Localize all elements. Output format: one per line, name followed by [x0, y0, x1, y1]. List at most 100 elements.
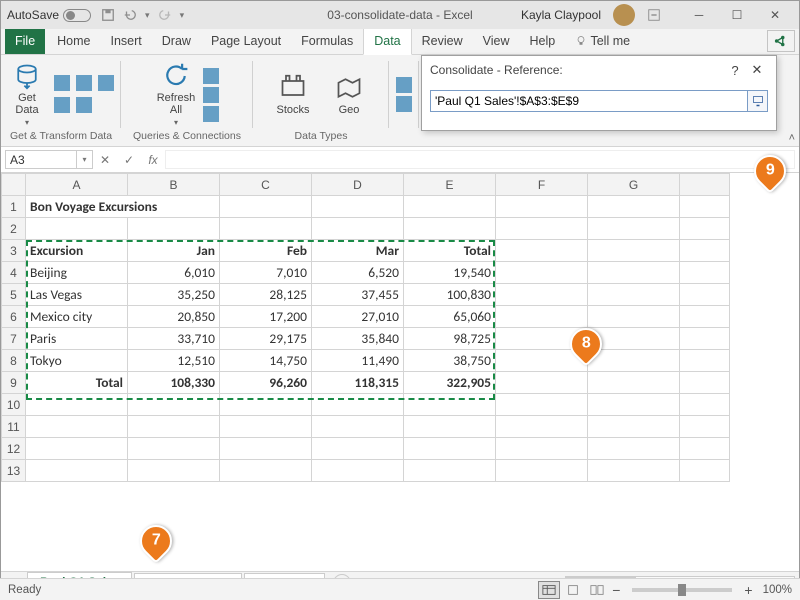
consolidate-reference-input[interactable]: [430, 90, 748, 112]
row-header[interactable]: 12: [2, 438, 26, 460]
cell[interactable]: Beijing: [26, 262, 128, 284]
stocks-button[interactable]: Stocks: [272, 74, 314, 116]
cell[interactable]: Jan: [128, 240, 220, 262]
cell[interactable]: Feb: [220, 240, 312, 262]
cell[interactable]: [588, 240, 680, 262]
tab-help[interactable]: Help: [520, 29, 566, 54]
expand-dialog-button[interactable]: [748, 90, 768, 112]
tab-tellme[interactable]: Tell me: [565, 29, 640, 54]
cell[interactable]: [496, 240, 588, 262]
cell[interactable]: 19,540: [404, 262, 496, 284]
ribbon-options-icon[interactable]: [647, 8, 661, 22]
col-header[interactable]: D: [312, 174, 404, 196]
cell[interactable]: 108,330: [128, 372, 220, 394]
col-header[interactable]: A: [26, 174, 128, 196]
cell[interactable]: 98,725: [404, 328, 496, 350]
tab-data[interactable]: Data: [363, 28, 411, 55]
cell[interactable]: 28,125: [220, 284, 312, 306]
tab-insert[interactable]: Insert: [101, 29, 152, 54]
cell[interactable]: 118,315: [312, 372, 404, 394]
cell[interactable]: 37,455: [312, 284, 404, 306]
cell[interactable]: 6,010: [128, 262, 220, 284]
cell[interactable]: [404, 218, 496, 240]
help-button[interactable]: ?: [724, 63, 746, 78]
worksheet-grid[interactable]: A B C D E F G 1 Bon Voyage Excursions 2 …: [1, 173, 799, 571]
undo-icon[interactable]: [123, 8, 137, 22]
cell[interactable]: 27,010: [312, 306, 404, 328]
properties-icon[interactable]: [203, 87, 219, 103]
cell[interactable]: 100,830: [404, 284, 496, 306]
name-box-dropdown[interactable]: ▾: [77, 150, 93, 169]
col-header[interactable]: F: [496, 174, 588, 196]
cell[interactable]: Mar: [312, 240, 404, 262]
autosave-control[interactable]: AutoSave: [7, 8, 91, 22]
refresh-all-button[interactable]: Refresh All ▾: [155, 62, 197, 127]
cell[interactable]: [404, 196, 496, 218]
tab-formulas[interactable]: Formulas: [291, 29, 363, 54]
close-button[interactable]: ✕: [757, 1, 793, 29]
cell[interactable]: Total: [26, 372, 128, 394]
row-header[interactable]: 6: [2, 306, 26, 328]
row-header[interactable]: 3: [2, 240, 26, 262]
cell[interactable]: Las Vegas: [26, 284, 128, 306]
maximize-button[interactable]: ☐: [719, 1, 755, 29]
cell[interactable]: Excursion: [26, 240, 128, 262]
geography-button[interactable]: Geo: [328, 74, 370, 116]
zoom-slider[interactable]: [632, 588, 732, 592]
cell[interactable]: 33,710: [128, 328, 220, 350]
cell[interactable]: 20,850: [128, 306, 220, 328]
cell[interactable]: Total: [404, 240, 496, 262]
dialog-close-button[interactable]: ✕: [746, 62, 768, 78]
select-all-corner[interactable]: [2, 174, 26, 196]
get-data-button[interactable]: Get Data ▾: [6, 62, 48, 127]
cell[interactable]: 38,750: [404, 350, 496, 372]
cell[interactable]: [588, 262, 680, 284]
share-button[interactable]: [767, 30, 795, 52]
row-header[interactable]: 9: [2, 372, 26, 394]
avatar[interactable]: [613, 4, 635, 26]
sort-az-icon[interactable]: [396, 77, 412, 93]
cell[interactable]: [312, 196, 404, 218]
cell[interactable]: Paris: [26, 328, 128, 350]
tab-view[interactable]: View: [473, 29, 520, 54]
cell[interactable]: Bon Voyage Excursions: [26, 196, 220, 218]
cell[interactable]: [588, 284, 680, 306]
row-header[interactable]: 8: [2, 350, 26, 372]
col-header[interactable]: E: [404, 174, 496, 196]
tab-home[interactable]: Home: [47, 29, 100, 54]
cell[interactable]: [496, 262, 588, 284]
name-box[interactable]: A3: [5, 150, 77, 169]
table-range-icon[interactable]: [98, 75, 114, 91]
cell[interactable]: 12,510: [128, 350, 220, 372]
cell[interactable]: [312, 218, 404, 240]
cell[interactable]: 11,490: [312, 350, 404, 372]
text-csv-icon[interactable]: [54, 75, 70, 91]
tab-draw[interactable]: Draw: [152, 29, 201, 54]
tab-page-layout[interactable]: Page Layout: [201, 29, 291, 54]
cell[interactable]: [588, 372, 680, 394]
zoom-out-button[interactable]: −: [608, 582, 624, 598]
cell[interactable]: 322,905: [404, 372, 496, 394]
cell[interactable]: 35,250: [128, 284, 220, 306]
normal-view-button[interactable]: [538, 581, 560, 599]
web-icon[interactable]: [76, 75, 92, 91]
cell[interactable]: [588, 218, 680, 240]
cell[interactable]: 29,175: [220, 328, 312, 350]
cell[interactable]: 7,010: [220, 262, 312, 284]
cell[interactable]: 96,260: [220, 372, 312, 394]
cell[interactable]: [588, 306, 680, 328]
recent-icon[interactable]: [54, 97, 70, 113]
row-header[interactable]: 1: [2, 196, 26, 218]
edit-links-icon[interactable]: [203, 106, 219, 122]
cell[interactable]: 6,520: [312, 262, 404, 284]
queries-icon[interactable]: [203, 68, 219, 84]
zoom-label[interactable]: 100%: [763, 584, 792, 596]
cell[interactable]: 65,060: [404, 306, 496, 328]
cell[interactable]: [496, 306, 588, 328]
cell[interactable]: Tokyo: [26, 350, 128, 372]
autosave-toggle[interactable]: [63, 9, 91, 22]
cell[interactable]: [220, 196, 312, 218]
page-layout-view-button[interactable]: [562, 581, 584, 599]
cell[interactable]: [26, 218, 128, 240]
existing-conn-icon[interactable]: [76, 97, 92, 113]
